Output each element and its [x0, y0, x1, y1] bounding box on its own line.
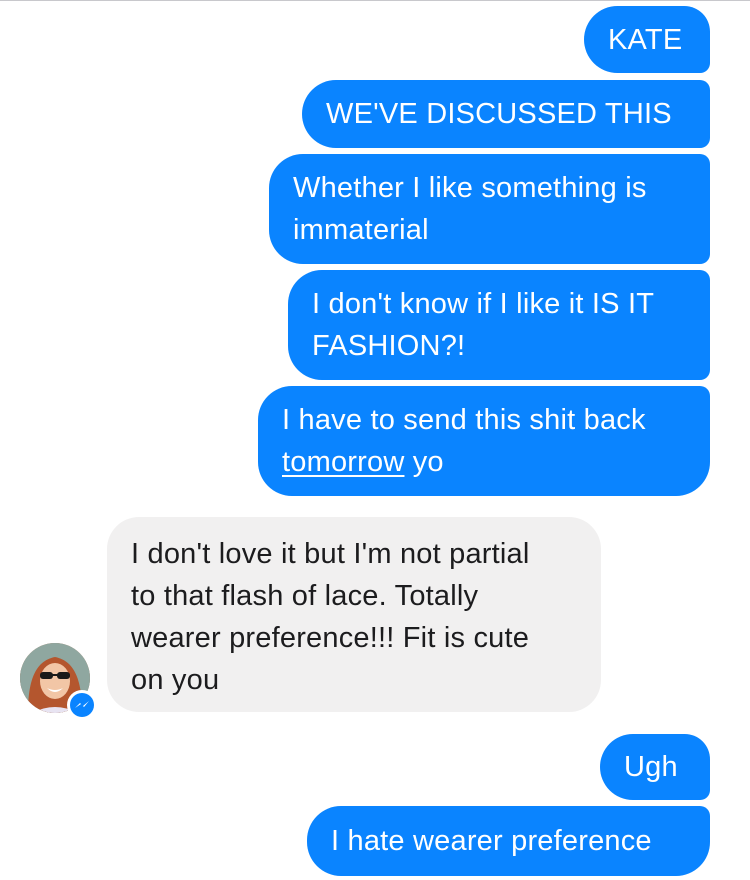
message-text: I hate wearer preference: [331, 825, 652, 857]
message-bubble-incoming[interactable]: I don't love it but I'm not partial to t…: [107, 517, 601, 712]
message-bubble-outgoing[interactable]: Ugh: [600, 734, 710, 800]
message-text: yo: [404, 446, 444, 478]
message-text: I don't know if I like it IS IT: [312, 288, 655, 320]
top-divider: [0, 0, 750, 1]
message-bubble-outgoing[interactable]: Whether I like something is immaterial: [269, 154, 710, 264]
message-text: to that flash of lace. Totally: [131, 580, 479, 612]
message-bubble-outgoing[interactable]: WE'VE DISCUSSED THIS: [302, 80, 710, 148]
message-text: Whether I like something is: [293, 172, 647, 204]
message-bubble-outgoing[interactable]: I have to send this shit back tomorrow y…: [258, 386, 710, 496]
message-text: immaterial: [293, 214, 429, 246]
message-text: on you: [131, 664, 220, 696]
message-bubble-outgoing[interactable]: I don't know if I like it IS IT FASHION?…: [288, 270, 710, 380]
message-text: FASHION?!: [312, 330, 466, 362]
message-text: WE'VE DISCUSSED THIS: [326, 98, 672, 130]
message-text: KATE: [608, 24, 683, 56]
message-text: I have to send this shit back: [282, 404, 646, 436]
date-link[interactable]: tomorrow: [282, 446, 404, 478]
message-text: wearer preference!!! Fit is cute: [131, 622, 530, 654]
message-text-line: tomorrow yo: [282, 441, 686, 483]
messenger-icon: [75, 701, 89, 708]
message-bubble-outgoing[interactable]: I hate wearer preference: [307, 806, 710, 876]
message-text: I don't love it but I'm not partial: [131, 538, 530, 570]
message-bubble-outgoing[interactable]: KATE: [584, 6, 710, 73]
message-text: Ugh: [624, 751, 678, 783]
messenger-badge: [67, 690, 97, 720]
